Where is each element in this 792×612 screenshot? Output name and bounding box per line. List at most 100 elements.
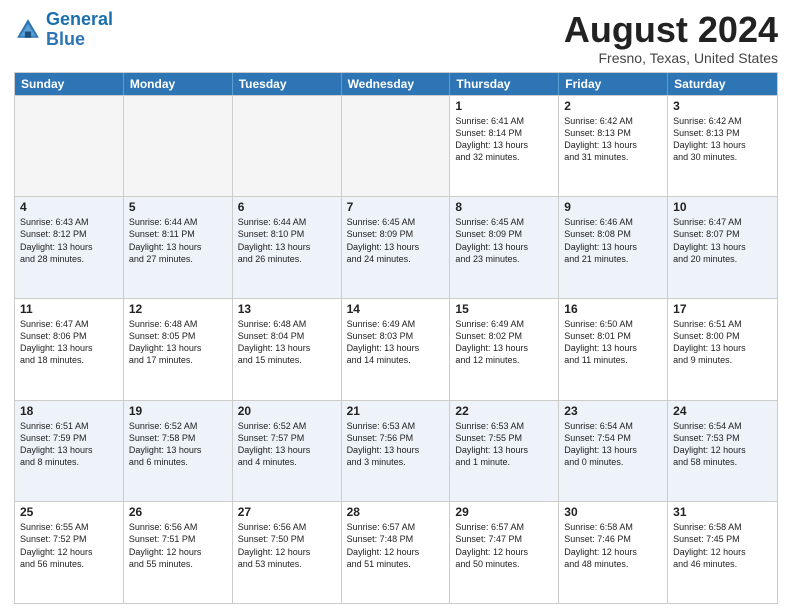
day-number: 25 — [20, 505, 118, 519]
calendar-cell-day-27: 27 Sunrise: 6:56 AM Sunset: 7:50 PM Dayli… — [233, 502, 342, 603]
day-number: 8 — [455, 200, 553, 214]
calendar-header-friday: Friday — [559, 73, 668, 95]
calendar-cell-day-19: 19Sunrise: 6:52 AM Sunset: 7:58 PM Dayli… — [124, 401, 233, 502]
day-number: 30 — [564, 505, 662, 519]
calendar-cell-day-31: 31 Sunrise: 6:58 AM Sunset: 7:45 PM Dayli… — [668, 502, 777, 603]
day-number: 2 — [564, 99, 662, 113]
calendar-cell-day-21: 21 Sunrise: 6:53 AM Sunset: 7:56 PM Dayli… — [342, 401, 451, 502]
calendar-header-sunday: Sunday — [15, 73, 124, 95]
logo-blue: Blue — [46, 29, 85, 49]
cell-content: Sunrise: 6:50 AM Sunset: 8:01 PM Dayligh… — [564, 318, 662, 367]
cell-content: Sunrise: 6:43 AM Sunset: 8:12 PM Dayligh… — [20, 216, 118, 265]
day-number: 11 — [20, 302, 118, 316]
month-title: August 2024 — [564, 10, 778, 50]
cell-content: Sunrise: 6:54 AM Sunset: 7:53 PM Dayligh… — [673, 420, 772, 469]
calendar-cell-day-13: 13Sunrise: 6:48 AM Sunset: 8:04 PM Dayli… — [233, 299, 342, 400]
cell-content: Sunrise: 6:42 AM Sunset: 8:13 PM Dayligh… — [673, 115, 772, 164]
calendar-cell-day-2: 2 Sunrise: 6:42 AM Sunset: 8:13 PM Daylig… — [559, 96, 668, 197]
calendar-header-monday: Monday — [124, 73, 233, 95]
cell-content: Sunrise: 6:47 AM Sunset: 8:06 PM Dayligh… — [20, 318, 118, 367]
calendar-body: 1 Sunrise: 6:41 AM Sunset: 8:14 PM Daylig… — [15, 95, 777, 603]
calendar-cell-day-5: 5Sunrise: 6:44 AM Sunset: 8:11 PM Daylig… — [124, 197, 233, 298]
calendar-cell-day-15: 15Sunrise: 6:49 AM Sunset: 8:02 PM Dayli… — [450, 299, 559, 400]
calendar-cell-empty-0-3 — [342, 96, 451, 197]
calendar-header-row: SundayMondayTuesdayWednesdayThursdayFrid… — [15, 73, 777, 95]
day-number: 9 — [564, 200, 662, 214]
day-number: 17 — [673, 302, 772, 316]
calendar-header-thursday: Thursday — [450, 73, 559, 95]
calendar-row-0: 1 Sunrise: 6:41 AM Sunset: 8:14 PM Daylig… — [15, 95, 777, 197]
day-number: 5 — [129, 200, 227, 214]
cell-content: Sunrise: 6:51 AM Sunset: 7:59 PM Dayligh… — [20, 420, 118, 469]
day-number: 28 — [347, 505, 445, 519]
cell-content: Sunrise: 6:58 AM Sunset: 7:45 PM Dayligh… — [673, 521, 772, 570]
logo-text: General Blue — [46, 10, 113, 50]
calendar: SundayMondayTuesdayWednesdayThursdayFrid… — [14, 72, 778, 604]
day-number: 6 — [238, 200, 336, 214]
calendar-cell-day-8: 8 Sunrise: 6:45 AM Sunset: 8:09 PM Daylig… — [450, 197, 559, 298]
day-number: 27 — [238, 505, 336, 519]
calendar-cell-day-18: 18 Sunrise: 6:51 AM Sunset: 7:59 PM Dayli… — [15, 401, 124, 502]
calendar-cell-day-24: 24Sunrise: 6:54 AM Sunset: 7:53 PM Dayli… — [668, 401, 777, 502]
calendar-cell-empty-0-0 — [15, 96, 124, 197]
calendar-cell-empty-0-1 — [124, 96, 233, 197]
day-number: 15 — [455, 302, 553, 316]
day-number: 7 — [347, 200, 445, 214]
cell-content: Sunrise: 6:48 AM Sunset: 8:04 PM Dayligh… — [238, 318, 336, 367]
cell-content: Sunrise: 6:55 AM Sunset: 7:52 PM Dayligh… — [20, 521, 118, 570]
calendar-cell-day-4: 4 Sunrise: 6:43 AM Sunset: 8:12 PM Daylig… — [15, 197, 124, 298]
title-block: August 2024 Fresno, Texas, United States — [564, 10, 778, 66]
cell-content: Sunrise: 6:52 AM Sunset: 7:57 PM Dayligh… — [238, 420, 336, 469]
calendar-header-tuesday: Tuesday — [233, 73, 342, 95]
day-number: 20 — [238, 404, 336, 418]
calendar-cell-day-1: 1 Sunrise: 6:41 AM Sunset: 8:14 PM Daylig… — [450, 96, 559, 197]
logo-icon — [14, 16, 42, 44]
day-number: 14 — [347, 302, 445, 316]
day-number: 16 — [564, 302, 662, 316]
calendar-cell-day-12: 12 Sunrise: 6:48 AM Sunset: 8:05 PM Dayli… — [124, 299, 233, 400]
cell-content: Sunrise: 6:51 AM Sunset: 8:00 PM Dayligh… — [673, 318, 772, 367]
cell-content: Sunrise: 6:58 AM Sunset: 7:46 PM Dayligh… — [564, 521, 662, 570]
day-number: 4 — [20, 200, 118, 214]
calendar-cell-day-10: 10Sunrise: 6:47 AM Sunset: 8:07 PM Dayli… — [668, 197, 777, 298]
cell-content: Sunrise: 6:41 AM Sunset: 8:14 PM Dayligh… — [455, 115, 553, 164]
cell-content: Sunrise: 6:56 AM Sunset: 7:51 PM Dayligh… — [129, 521, 227, 570]
calendar-cell-day-9: 9 Sunrise: 6:46 AM Sunset: 8:08 PM Daylig… — [559, 197, 668, 298]
calendar-cell-day-14: 14 Sunrise: 6:49 AM Sunset: 8:03 PM Dayli… — [342, 299, 451, 400]
cell-content: Sunrise: 6:56 AM Sunset: 7:50 PM Dayligh… — [238, 521, 336, 570]
cell-content: Sunrise: 6:46 AM Sunset: 8:08 PM Dayligh… — [564, 216, 662, 265]
calendar-cell-day-25: 25 Sunrise: 6:55 AM Sunset: 7:52 PM Dayli… — [15, 502, 124, 603]
calendar-row-1: 4 Sunrise: 6:43 AM Sunset: 8:12 PM Daylig… — [15, 196, 777, 298]
calendar-cell-day-7: 7Sunrise: 6:45 AM Sunset: 8:09 PM Daylig… — [342, 197, 451, 298]
calendar-cell-empty-0-2 — [233, 96, 342, 197]
cell-content: Sunrise: 6:42 AM Sunset: 8:13 PM Dayligh… — [564, 115, 662, 164]
calendar-cell-day-17: 17 Sunrise: 6:51 AM Sunset: 8:00 PM Dayli… — [668, 299, 777, 400]
logo-general: General — [46, 9, 113, 29]
day-number: 12 — [129, 302, 227, 316]
location: Fresno, Texas, United States — [564, 50, 778, 66]
cell-content: Sunrise: 6:45 AM Sunset: 8:09 PM Dayligh… — [455, 216, 553, 265]
day-number: 19 — [129, 404, 227, 418]
day-number: 1 — [455, 99, 553, 113]
calendar-row-3: 18 Sunrise: 6:51 AM Sunset: 7:59 PM Dayli… — [15, 400, 777, 502]
cell-content: Sunrise: 6:48 AM Sunset: 8:05 PM Dayligh… — [129, 318, 227, 367]
day-number: 18 — [20, 404, 118, 418]
cell-content: Sunrise: 6:49 AM Sunset: 8:03 PM Dayligh… — [347, 318, 445, 367]
day-number: 21 — [347, 404, 445, 418]
cell-content: Sunrise: 6:57 AM Sunset: 7:48 PM Dayligh… — [347, 521, 445, 570]
day-number: 3 — [673, 99, 772, 113]
calendar-header-wednesday: Wednesday — [342, 73, 451, 95]
calendar-row-2: 11 Sunrise: 6:47 AM Sunset: 8:06 PM Dayli… — [15, 298, 777, 400]
page: General Blue August 2024 Fresno, Texas, … — [0, 0, 792, 612]
day-number: 31 — [673, 505, 772, 519]
day-number: 22 — [455, 404, 553, 418]
calendar-cell-day-6: 6 Sunrise: 6:44 AM Sunset: 8:10 PM Daylig… — [233, 197, 342, 298]
cell-content: Sunrise: 6:54 AM Sunset: 7:54 PM Dayligh… — [564, 420, 662, 469]
calendar-cell-day-16: 16 Sunrise: 6:50 AM Sunset: 8:01 PM Dayli… — [559, 299, 668, 400]
cell-content: Sunrise: 6:57 AM Sunset: 7:47 PM Dayligh… — [455, 521, 553, 570]
cell-content: Sunrise: 6:53 AM Sunset: 7:56 PM Dayligh… — [347, 420, 445, 469]
calendar-row-4: 25 Sunrise: 6:55 AM Sunset: 7:52 PM Dayli… — [15, 501, 777, 603]
calendar-cell-day-28: 28 Sunrise: 6:57 AM Sunset: 7:48 PM Dayli… — [342, 502, 451, 603]
calendar-cell-day-30: 30 Sunrise: 6:58 AM Sunset: 7:46 PM Dayli… — [559, 502, 668, 603]
cell-content: Sunrise: 6:44 AM Sunset: 8:10 PM Dayligh… — [238, 216, 336, 265]
